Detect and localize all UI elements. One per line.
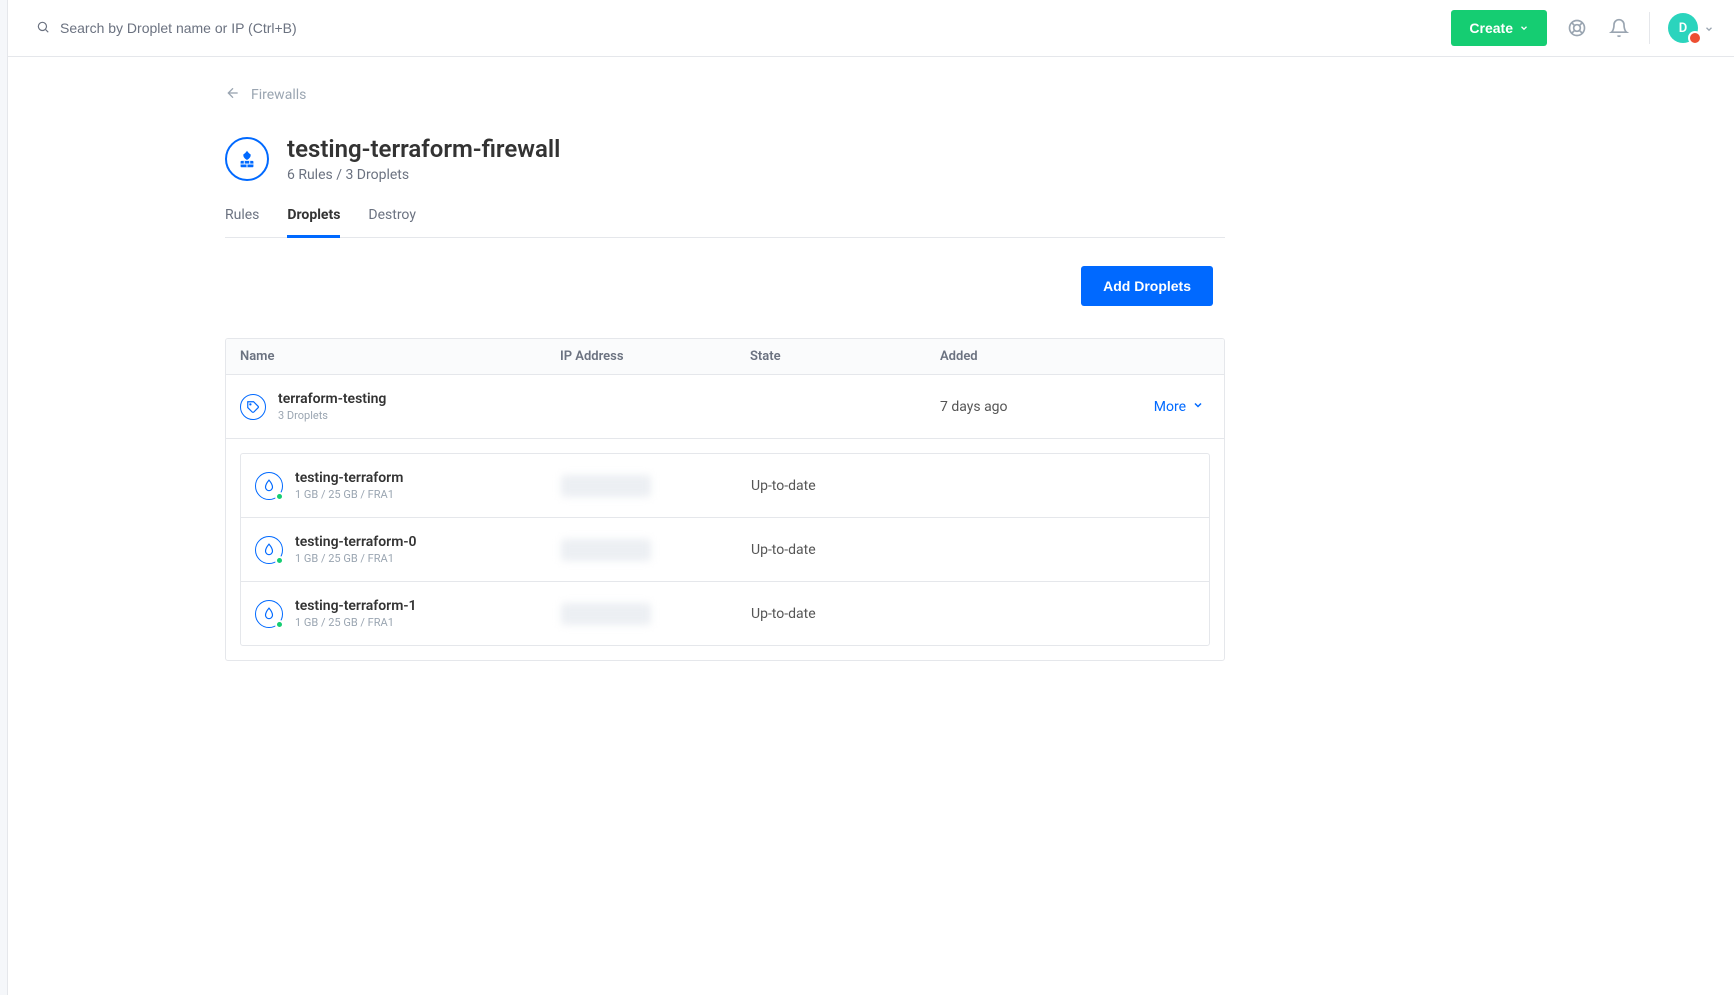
page-header: testing-terraform-firewall 6 Rules / 3 D… (225, 135, 1225, 183)
droplet-spec: 1 GB / 25 GB / FRA1 (295, 616, 417, 629)
main-content: Firewalls testing-terraform-firewall 6 R… (225, 85, 1225, 661)
arrow-left-icon (225, 85, 241, 105)
ip-redacted (561, 539, 651, 561)
support-icon[interactable] (1565, 16, 1589, 40)
create-button[interactable]: Create (1451, 10, 1547, 46)
droplet-icon (255, 472, 283, 500)
droplet-icon (255, 600, 283, 628)
tab-rules[interactable]: Rules (225, 207, 259, 237)
table-header: Name IP Address State Added (226, 339, 1224, 375)
topbar-divider (1649, 12, 1650, 44)
droplet-state: Up-to-date (751, 542, 941, 558)
droplet-name[interactable]: testing-terraform-0 (295, 534, 417, 550)
bell-icon[interactable] (1607, 16, 1631, 40)
tab-droplets[interactable]: Droplets (287, 207, 340, 238)
actions-row: Add Droplets (225, 266, 1225, 306)
droplets-table: Name IP Address State Added terraform-te… (225, 338, 1225, 661)
col-added: Added (940, 349, 1120, 364)
avatar: D (1668, 13, 1698, 43)
status-dot-active (275, 620, 284, 629)
create-button-label: Create (1469, 20, 1513, 36)
status-dot-active (275, 556, 284, 565)
droplet-list: testing-terraform 1 GB / 25 GB / FRA1 Up… (240, 453, 1210, 646)
search-icon (36, 19, 50, 38)
droplet-name[interactable]: testing-terraform-1 (295, 598, 417, 614)
breadcrumb-back[interactable]: Firewalls (225, 85, 1225, 105)
tag-group-row: terraform-testing 3 Droplets 7 days ago … (226, 375, 1224, 439)
droplet-icon (255, 536, 283, 564)
search-wrap (36, 19, 1451, 38)
page-title: testing-terraform-firewall (287, 135, 560, 163)
col-ip: IP Address (560, 349, 750, 364)
ip-redacted (561, 603, 651, 625)
tab-destroy[interactable]: Destroy (368, 207, 416, 237)
add-droplets-button[interactable]: Add Droplets (1081, 266, 1213, 306)
table-row: testing-terraform-1 1 GB / 25 GB / FRA1 … (241, 582, 1209, 645)
tag-group-name[interactable]: terraform-testing (278, 391, 386, 407)
collapsed-sidebar[interactable] (0, 0, 8, 995)
page-subtitle: 6 Rules / 3 Droplets (287, 167, 560, 183)
table-row: testing-terraform-0 1 GB / 25 GB / FRA1 … (241, 518, 1209, 582)
droplet-spec: 1 GB / 25 GB / FRA1 (295, 552, 417, 565)
droplet-spec: 1 GB / 25 GB / FRA1 (295, 488, 403, 501)
droplet-state: Up-to-date (751, 606, 941, 622)
tag-icon (240, 394, 266, 420)
more-label: More (1154, 399, 1186, 415)
tag-group-added: 7 days ago (940, 399, 1120, 415)
chevron-down-icon (1192, 399, 1204, 415)
droplet-state: Up-to-date (751, 478, 941, 494)
tabs: Rules Droplets Destroy (225, 207, 1225, 238)
tag-group-sub: 3 Droplets (278, 409, 386, 422)
search-input[interactable] (60, 20, 460, 36)
chevron-down-icon (1519, 20, 1529, 36)
col-state: State (750, 349, 940, 364)
droplet-name[interactable]: testing-terraform (295, 470, 403, 486)
breadcrumb-label: Firewalls (251, 87, 306, 103)
topbar-right: Create (1451, 10, 1714, 46)
firewall-icon (225, 137, 269, 181)
topbar: Create (8, 0, 1734, 57)
col-name: Name (240, 349, 560, 364)
status-dot-active (275, 492, 284, 501)
avatar-badge (1688, 31, 1702, 45)
chevron-down-icon (1704, 19, 1714, 38)
table-row: testing-terraform 1 GB / 25 GB / FRA1 Up… (241, 454, 1209, 518)
avatar-initial: D (1679, 21, 1687, 36)
account-menu[interactable]: D (1668, 13, 1714, 43)
tag-group-more[interactable]: More (1120, 399, 1210, 415)
ip-redacted (561, 475, 651, 497)
